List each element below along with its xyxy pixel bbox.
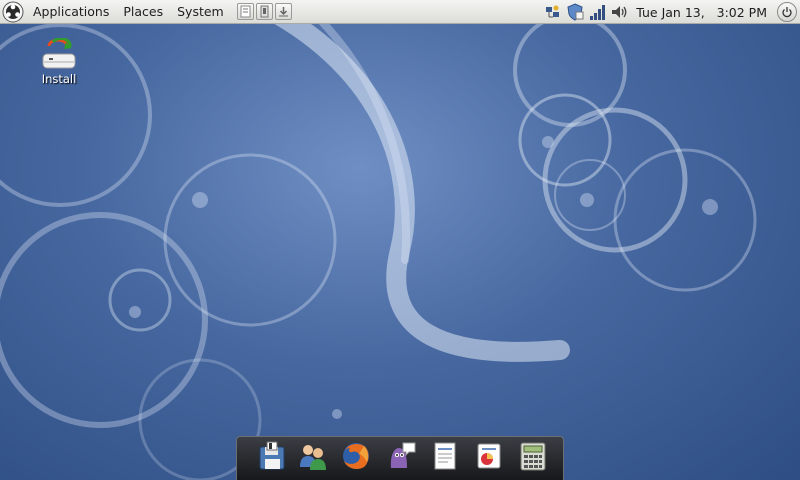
- document-icon: [434, 442, 456, 470]
- wallpaper-swirls: [0, 0, 757, 480]
- pidgin-chat-icon: [390, 442, 416, 468]
- dock-item-calculator[interactable]: [517, 440, 549, 472]
- download-icon: [278, 7, 288, 17]
- calculator-icon: [520, 442, 546, 471]
- text-editor-icon: [240, 5, 251, 18]
- notes-icon: [260, 5, 269, 18]
- notes-launcher[interactable]: [255, 3, 273, 20]
- power-icon: [782, 7, 792, 18]
- presentation-icon: [477, 443, 501, 469]
- menu-applications[interactable]: Applications: [26, 0, 116, 24]
- clock[interactable]: Tue Jan 13, 3:02 PM: [636, 5, 767, 20]
- dock-item-writer[interactable]: [429, 440, 461, 472]
- network-icon[interactable]: [544, 3, 562, 21]
- volume-icon[interactable]: [610, 3, 628, 21]
- dock-item-save[interactable]: [257, 440, 289, 472]
- dock-item-contacts[interactable]: [297, 440, 329, 472]
- system-tray: Tue Jan 13, 3:02 PM: [542, 0, 800, 24]
- downloads-launcher[interactable]: [274, 3, 292, 20]
- security-shield-icon[interactable]: [566, 3, 584, 21]
- desktop-icon-label: Install: [41, 72, 77, 86]
- desktop-background: Install: [0, 0, 800, 480]
- menu-places[interactable]: Places: [116, 0, 170, 24]
- desktop-icon-install[interactable]: Install: [38, 38, 80, 86]
- dock-item-pidgin[interactable]: [385, 440, 417, 472]
- installer-drive-icon: [42, 38, 76, 69]
- firefox-icon: [343, 443, 369, 469]
- shutdown-button[interactable]: [777, 2, 797, 22]
- text-editor-launcher[interactable]: [236, 3, 254, 20]
- signal-strength-icon[interactable]: [588, 3, 606, 21]
- dock-bar: [236, 436, 564, 480]
- menu-system[interactable]: System: [170, 0, 231, 24]
- people-icon: [300, 445, 326, 470]
- dock-item-firefox[interactable]: [340, 440, 372, 472]
- floppy-disk-icon: [259, 441, 285, 470]
- top-panel: Applications Places System Tue Jan 13, 3…: [0, 0, 800, 24]
- dock-item-impress[interactable]: [473, 440, 505, 472]
- fedora-logo-icon[interactable]: [2, 1, 24, 23]
